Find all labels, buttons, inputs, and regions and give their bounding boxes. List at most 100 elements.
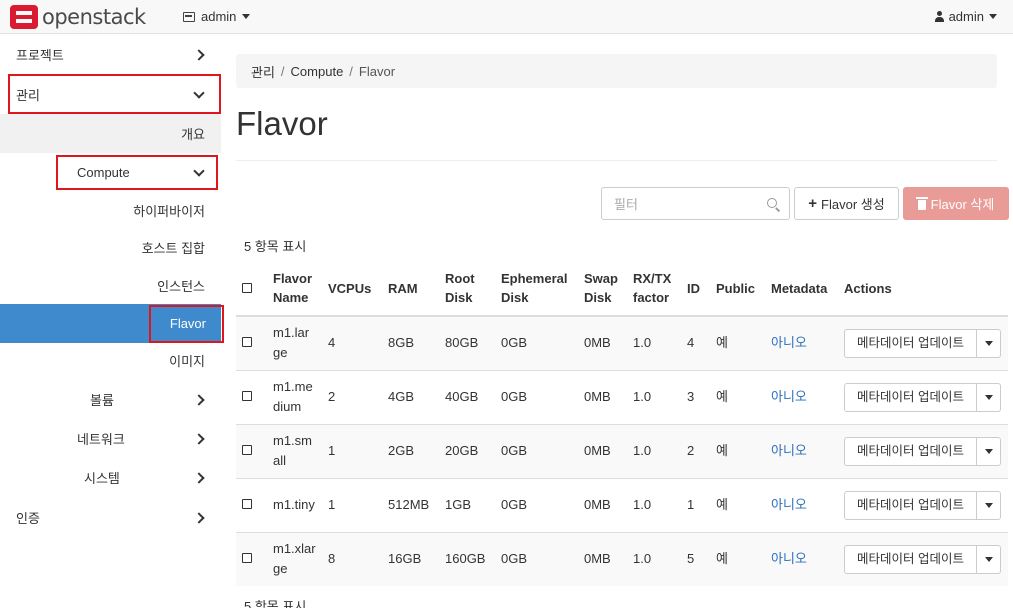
sidebar-item-hypervisors[interactable]: 하이퍼바이저: [0, 191, 221, 230]
ephemeral-disk: 0GB: [495, 531, 578, 586]
column-header[interactable]: VCPUs: [322, 261, 382, 317]
sidebar-item-host-aggregates[interactable]: 호스트 집합: [0, 228, 221, 267]
sidebar-item-images[interactable]: 이미지: [0, 341, 221, 380]
row-checkbox[interactable]: [242, 499, 252, 509]
metadata-link[interactable]: 아니오: [771, 443, 807, 458]
row-checkbox[interactable]: [242, 445, 252, 455]
column-header[interactable]: Metadata: [765, 261, 838, 317]
breadcrumb-item-admin[interactable]: 관리: [251, 62, 275, 81]
update-metadata-button[interactable]: 메타데이터 업데이트: [844, 544, 977, 574]
vcpus: 1: [322, 477, 382, 532]
rxtx-factor: 1.0: [627, 477, 681, 532]
item-count-top: 5 항목 표시: [244, 239, 307, 254]
sidebar-item-compute[interactable]: Compute: [0, 153, 221, 192]
select-all-checkbox[interactable]: [242, 282, 252, 293]
trash-icon: [915, 196, 928, 210]
update-metadata-button[interactable]: 메타데이터 업데이트: [844, 328, 977, 358]
sidebar-item-overview[interactable]: 개요: [0, 114, 221, 153]
ram: 512MB: [382, 477, 439, 532]
metadata-link[interactable]: 아니오: [771, 551, 807, 566]
plus-icon: +: [808, 195, 818, 212]
row-actions: 메타데이터 업데이트: [844, 328, 1002, 358]
table-header-row: Flavor Name VCPUs RAM Root Disk Ephemera…: [236, 261, 1008, 317]
sidebar-item-label: 인증: [16, 511, 40, 526]
column-header[interactable]: Public: [710, 261, 765, 317]
row-actions-dropdown[interactable]: [977, 436, 1001, 466]
root-disk: 160GB: [439, 531, 495, 586]
user-name: admin: [948, 9, 984, 24]
table-row: m1.large 4 8GB 80GB 0GB 0MB 1.0 4 예 아니오 …: [236, 315, 1008, 370]
row-checkbox[interactable]: [242, 553, 252, 564]
sidebar-item-project[interactable]: 프로젝트: [0, 35, 221, 74]
column-header[interactable]: Swap Disk: [578, 261, 627, 317]
top-navbar: openstack admin admin: [0, 0, 1013, 34]
actions-cell: 메타데이터 업데이트: [838, 315, 1008, 370]
sidebar-item-flavors[interactable]: Flavor: [0, 304, 221, 343]
flavor-id: 4: [681, 315, 710, 370]
breadcrumb-item-compute[interactable]: Compute: [291, 64, 344, 79]
column-header[interactable]: Flavor Name: [267, 261, 322, 317]
openstack-logo-icon: [10, 5, 38, 29]
update-metadata-button[interactable]: 메타데이터 업데이트: [844, 436, 977, 466]
column-header[interactable]: ID: [681, 261, 710, 317]
column-header: Actions: [838, 261, 1008, 317]
column-header[interactable]: RX/TX factor: [627, 261, 681, 317]
user-menu[interactable]: admin: [934, 9, 997, 24]
row-actions-dropdown[interactable]: [977, 382, 1001, 412]
sidebar-item-network[interactable]: 네트워크: [0, 419, 221, 458]
table-row: m1.medium 2 4GB 40GB 0GB 0MB 1.0 3 예 아니오…: [236, 369, 1008, 424]
search-icon[interactable]: [767, 198, 777, 208]
sidebar-item-system[interactable]: 시스템: [0, 458, 221, 497]
metadata-cell: 아니오: [765, 423, 838, 478]
sidebar-item-instances[interactable]: 인스턴스: [0, 266, 221, 305]
metadata-link[interactable]: 아니오: [771, 497, 807, 512]
actions-cell: 메타데이터 업데이트: [838, 477, 1008, 532]
sidebar-item-identity[interactable]: 인증: [0, 498, 221, 537]
breadcrumb-separator: /: [349, 63, 353, 79]
delete-flavors-button[interactable]: Flavor 삭제: [903, 187, 1009, 220]
row-actions-dropdown[interactable]: [977, 544, 1001, 574]
vcpus: 1: [322, 423, 382, 478]
update-metadata-button[interactable]: 메타데이터 업데이트: [844, 382, 977, 412]
row-actions: 메타데이터 업데이트: [844, 490, 1002, 520]
project-name: admin: [201, 9, 237, 24]
breadcrumb-item-current: Flavor: [358, 63, 396, 79]
rxtx-factor: 1.0: [627, 369, 681, 424]
root-disk: 1GB: [439, 477, 495, 532]
ephemeral-disk: 0GB: [495, 477, 578, 532]
ephemeral-disk: 0GB: [495, 369, 578, 424]
sidebar-item-admin[interactable]: 관리: [0, 75, 221, 114]
row-actions-dropdown[interactable]: [977, 490, 1001, 520]
row-checkbox[interactable]: [242, 337, 252, 348]
filter-input[interactable]: 필터: [601, 187, 790, 220]
caret-down-icon: [984, 340, 993, 346]
create-flavor-label: Flavor 생성: [821, 197, 885, 212]
metadata-cell: 아니오: [765, 315, 838, 370]
root-disk: 40GB: [439, 369, 495, 424]
user-icon: [934, 11, 944, 22]
metadata-link[interactable]: 아니오: [771, 389, 807, 404]
caret-down-icon: [984, 556, 993, 562]
caret-down-icon: [984, 394, 993, 400]
sidebar-item-label: 관리: [16, 88, 40, 103]
flavor-id: 2: [681, 423, 710, 478]
caret-down-icon: [242, 14, 251, 19]
project-selector[interactable]: admin: [183, 9, 251, 24]
sidebar-item-volumes[interactable]: 볼륨: [0, 380, 221, 419]
swap-disk: 0MB: [578, 531, 627, 586]
metadata-link[interactable]: 아니오: [771, 335, 807, 350]
openstack-logo[interactable]: openstack: [10, 4, 146, 30]
sidebar-item-label: 호스트 집합: [141, 241, 205, 256]
brand-name: openstack: [42, 5, 146, 29]
column-header[interactable]: Root Disk: [439, 261, 495, 317]
update-metadata-button[interactable]: 메타데이터 업데이트: [844, 490, 977, 520]
column-header[interactable]: RAM: [382, 261, 439, 317]
ram: 8GB: [382, 315, 439, 370]
create-flavor-button[interactable]: + Flavor 생성: [794, 187, 899, 220]
public: 예: [710, 423, 765, 478]
column-header[interactable]: Ephemeral Disk: [495, 261, 578, 317]
swap-disk: 0MB: [578, 477, 627, 532]
row-checkbox[interactable]: [242, 391, 252, 401]
row-actions-dropdown[interactable]: [977, 328, 1001, 358]
row-actions: 메타데이터 업데이트: [844, 436, 1002, 466]
